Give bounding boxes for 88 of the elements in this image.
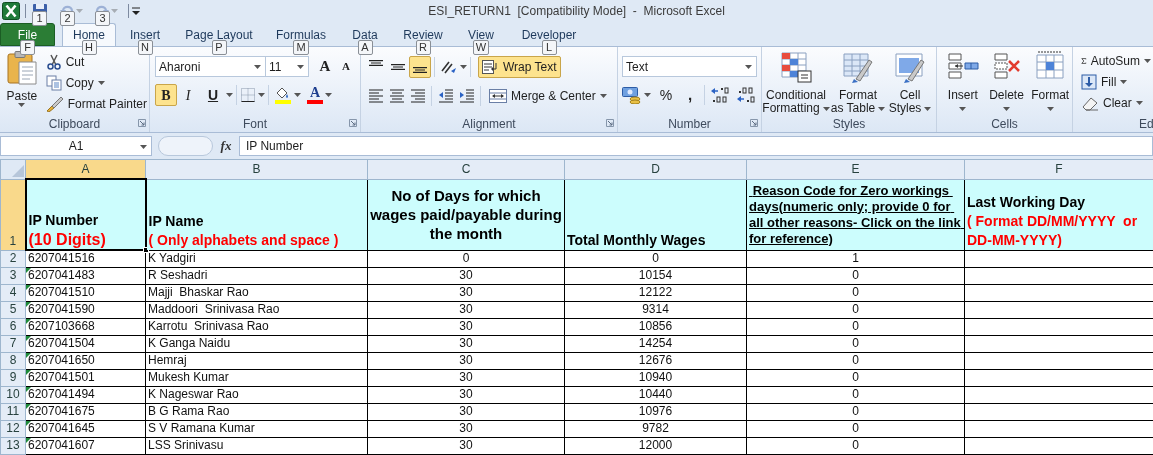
table-cell: Karrotu Srinivasa Rao — [145, 318, 368, 335]
table-cell: 6207041510 — [25, 284, 146, 301]
table-cell: 6207041504 — [25, 335, 146, 352]
group-label: Styles — [832, 115, 866, 133]
table-cell: 6207041501 — [25, 369, 146, 386]
table-cell: 10976 — [564, 403, 747, 420]
table-cell: 30 — [367, 352, 565, 369]
table-cell: 0 — [746, 267, 965, 284]
table-cell: 30 — [367, 369, 565, 386]
table-cell: 14254 — [564, 335, 747, 352]
table-cell: 6207041590 — [25, 301, 146, 318]
table-cell: Mukesh Kumar — [145, 369, 368, 386]
header-note: (10 Digits) — [28, 230, 107, 249]
group-label: Number — [668, 115, 711, 133]
table-cell: 6207041516 — [25, 250, 146, 267]
key-tip-tooltip: N — [137, 40, 153, 55]
table-cell: 0 — [746, 403, 965, 420]
header-title: Reason Code for Zero workings days(numeric only; provide 0 for all other reasons- Click on the link for reference) — [749, 182, 962, 247]
table-cell: 6207041675 — [25, 403, 146, 420]
key-tip-tooltip: R — [415, 40, 431, 55]
header-title: Total Monthly Wages — [567, 230, 707, 250]
table-cell: 10856 — [564, 318, 747, 335]
header-title: Last Working Day — [967, 192, 1086, 212]
key-tip-tooltip: F — [20, 40, 35, 55]
table-cell: 9314 — [564, 301, 747, 318]
table-cell: 10154 — [564, 267, 747, 284]
table-cell: 6207041645 — [25, 420, 146, 437]
key-tip-tooltip: 3 — [95, 11, 110, 26]
table-cell: K Yadgiri — [145, 250, 368, 267]
table-cell: 0 — [746, 335, 965, 352]
table-cell: 10940 — [564, 369, 747, 386]
table-cell: 30 — [367, 386, 565, 403]
header-note: ( Only alphabets and space ) — [148, 230, 340, 250]
table-cell: Maddoori Srinivasa Rao — [145, 301, 368, 318]
table-cell: 6207103668 — [25, 318, 146, 335]
header-title: IP Number — [28, 211, 100, 230]
table-cell: Hemraj — [145, 352, 368, 369]
table-cell: 0 — [746, 318, 965, 335]
table-cell: K Nageswar Rao — [145, 386, 368, 403]
group-label: Cells — [991, 115, 1018, 133]
header-title: No of Days for which wages paid/payable during the month — [370, 186, 562, 243]
window-title: ESI_RETURN1 [Compatibility Mode] - Microsoft Excel — [428, 3, 725, 20]
table-cell: 30 — [367, 403, 565, 420]
table-cell: 0 — [746, 437, 965, 454]
group-label: Font — [243, 115, 267, 133]
table-cell: 30 — [367, 301, 565, 318]
table-cell: 0 — [564, 250, 747, 267]
table-cell: 0 — [746, 284, 965, 301]
key-tip-tooltip: 2 — [60, 11, 75, 26]
table-cell: 0 — [746, 420, 965, 437]
table-cell: 30 — [367, 420, 565, 437]
table-cell: 1 — [746, 250, 965, 267]
table-cell: 9782 — [564, 420, 747, 437]
table-cell: 0 — [746, 386, 965, 403]
table-cell: 12000 — [564, 437, 747, 454]
table-cell: K Ganga Naidu — [145, 335, 368, 352]
table-cell: 12122 — [564, 284, 747, 301]
table-cell: LSS Srinivasu — [145, 437, 368, 454]
header-note: ( Format DD/MM/YYYY or DD-MM-YYYY) — [967, 211, 1139, 250]
key-tip-tooltip: P — [211, 40, 227, 55]
table-cell: Majji Bhaskar Rao — [145, 284, 368, 301]
key-tip-tooltip: A — [357, 40, 373, 55]
table-cell: 30 — [367, 267, 565, 284]
table-cell: 6207041494 — [25, 386, 146, 403]
table-cell: R Seshadri — [145, 267, 368, 284]
table-cell: 30 — [367, 335, 565, 352]
table-cell: 30 — [367, 437, 565, 454]
table-cell: 0 — [367, 250, 565, 267]
table-cell: 6207041650 — [25, 352, 146, 369]
group-label: Ed — [1139, 115, 1153, 132]
key-tip-tooltip: M — [293, 40, 309, 55]
table-cell: 6207041607 — [25, 437, 146, 454]
table-cell: 6207041483 — [25, 267, 146, 284]
table-cell: 30 — [367, 284, 565, 301]
table-cell: 0 — [746, 369, 965, 386]
table-cell: 30 — [367, 318, 565, 335]
key-tip-tooltip: 1 — [32, 11, 47, 26]
table-cell: 0 — [746, 352, 965, 369]
table-cell: 12676 — [564, 352, 747, 369]
header-title: IP Name — [148, 211, 205, 231]
table-cell: S V Ramana Kumar — [145, 420, 368, 437]
group-label: Alignment — [462, 115, 516, 133]
table-cell: 0 — [746, 301, 965, 318]
group-label: Clipboard — [48, 115, 101, 133]
table-cell: 10440 — [564, 386, 747, 403]
table-cell: B G Rama Rao — [145, 403, 368, 420]
key-tip-tooltip: W — [472, 40, 490, 55]
key-tip-tooltip: L — [541, 40, 557, 55]
